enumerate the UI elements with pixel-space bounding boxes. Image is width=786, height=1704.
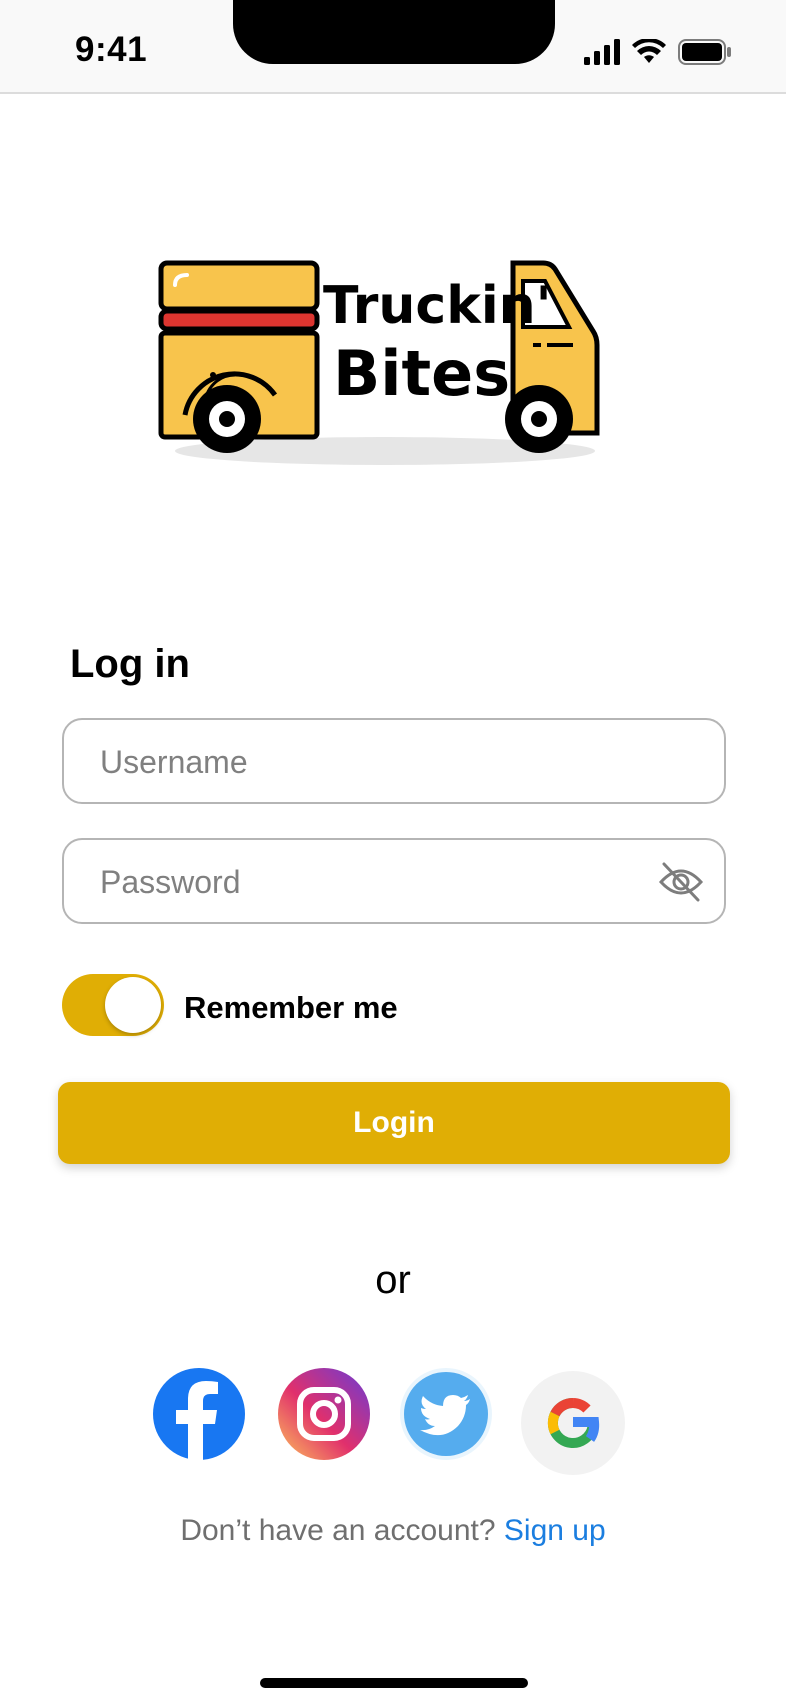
status-time: 9:41 (75, 30, 148, 69)
username-field[interactable] (62, 718, 726, 804)
app-logo: Truckin' Bites (155, 255, 615, 475)
eye-off-icon[interactable] (658, 860, 704, 904)
signup-prompt: Don’t have an account? (180, 1514, 496, 1547)
wifi-icon (632, 39, 666, 63)
truck-logo-icon: Truckin' Bites (158, 260, 600, 465)
facebook-icon[interactable] (151, 1366, 247, 1462)
password-field[interactable] (62, 838, 726, 924)
login-button[interactable]: Login (58, 1082, 730, 1164)
signup-line: Don’t have an account? Sign up (0, 1514, 786, 1548)
logo-text-line1: Truckin' (323, 276, 552, 336)
battery-icon (678, 39, 731, 65)
login-title: Log in (70, 642, 190, 686)
twitter-icon[interactable] (398, 1366, 494, 1462)
instagram-icon[interactable] (276, 1366, 372, 1462)
username-input[interactable] (98, 720, 662, 804)
remember-me-toggle[interactable] (62, 974, 164, 1036)
signal-icon (584, 39, 620, 65)
logo-text-line2: Bites (333, 337, 510, 410)
status-bar: 9:41 (0, 0, 786, 94)
password-input[interactable] (98, 840, 662, 924)
or-separator: or (375, 1258, 411, 1302)
google-icon[interactable] (520, 1370, 626, 1476)
home-indicator[interactable] (260, 1678, 528, 1688)
notch (233, 0, 555, 64)
remember-me-label: Remember me (184, 990, 398, 1025)
signup-link[interactable]: Sign up (504, 1514, 606, 1547)
toggle-knob (105, 977, 161, 1033)
status-icons (584, 36, 732, 68)
